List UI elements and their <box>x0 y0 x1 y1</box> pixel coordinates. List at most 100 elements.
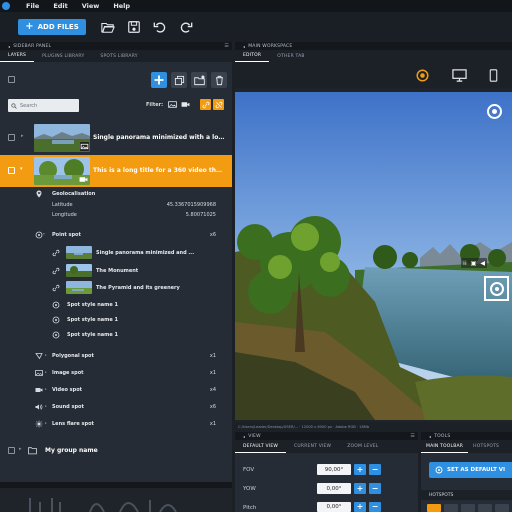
chevron-down-icon[interactable]: ▾ <box>20 166 23 172</box>
point-item-label: The Pyramid and its greenery <box>96 285 180 291</box>
group-checkbox[interactable] <box>8 447 15 454</box>
pitch-increment-button[interactable]: + <box>354 502 366 512</box>
fov-input[interactable]: 90,00° <box>317 464 351 475</box>
folder-open-icon[interactable] <box>100 19 116 35</box>
expand-arrow-icon[interactable]: ▸ <box>45 421 47 425</box>
filter-link-button[interactable] <box>200 99 211 110</box>
image-small-icon[interactable]: ▣ <box>471 260 477 267</box>
tools-panel-tabs: MAIN TOOLBAR HOTSPOTS <box>421 440 512 453</box>
tab-zoom-level[interactable]: ZOOM LEVEL <box>339 440 386 453</box>
hotspot-tool-button[interactable] <box>495 504 509 512</box>
pitch-decrement-button[interactable]: − <box>369 502 381 512</box>
hotspot-tool-button[interactable] <box>461 504 475 512</box>
tab-plugins-library[interactable]: PLUGINS LIBRARY <box>34 50 92 62</box>
group-row[interactable]: ▸ My group name <box>0 442 232 458</box>
folder-icon <box>28 447 37 455</box>
collapse-arrow-icon[interactable]: ◂ <box>243 44 245 49</box>
yow-label: YOW <box>243 486 256 492</box>
layer-title: Single panorama minimized with a lo... <box>93 134 225 141</box>
tab-current-view[interactable]: CURRENT VIEW <box>286 440 339 453</box>
chevron-right-icon[interactable]: ▸ <box>19 446 22 452</box>
hotspot-target-icon[interactable] <box>487 104 502 119</box>
layer-row-selected[interactable]: ▾ This is a long title for a 360 video t… <box>0 155 232 187</box>
sidebar-panel-header: ◂ SIDEBAR PANEL ☰ <box>0 42 232 50</box>
spot-thumbnail <box>66 264 92 277</box>
tab-other[interactable]: OTHER TAB <box>269 50 312 62</box>
menu-edit[interactable]: Edit <box>53 2 67 10</box>
link-icon <box>52 284 60 292</box>
target-mode-icon[interactable] <box>416 69 429 82</box>
point-item-label: The Monument <box>96 268 139 274</box>
collapse-arrow-icon[interactable]: ◂ <box>429 434 431 439</box>
tab-spots-library[interactable]: SPOTS LIBRARY <box>92 50 145 62</box>
pitch-input[interactable]: 0,00° <box>317 502 351 512</box>
menu-help[interactable]: Help <box>113 2 130 10</box>
expand-arrow-icon[interactable]: ▸ <box>45 353 47 357</box>
panel-menu-icon[interactable]: ☰ <box>224 43 229 49</box>
panel-menu-icon[interactable]: ☰ <box>410 433 415 439</box>
expand-arrow-icon[interactable]: ▾ <box>43 232 45 236</box>
yow-increment-button[interactable]: + <box>354 483 366 494</box>
undo-icon[interactable] <box>152 19 168 35</box>
expand-arrow-icon[interactable]: ▸ <box>45 404 47 408</box>
select-all-checkbox[interactable] <box>8 76 15 83</box>
pitch-label: Pitch <box>243 505 257 511</box>
target-icon <box>52 316 60 324</box>
spot-type-count: x1 <box>209 353 216 359</box>
tab-editor[interactable]: EDITOR <box>235 50 270 62</box>
yow-input[interactable]: 0,00° <box>317 483 351 494</box>
video-icon <box>181 102 190 107</box>
delete-button[interactable] <box>211 72 227 88</box>
redo-icon[interactable] <box>178 19 194 35</box>
image-icon <box>35 369 43 377</box>
point-item-label: Spot style name 1 <box>67 317 118 323</box>
layer-row[interactable]: ▸ Single panorama minimized with a lo... <box>0 122 232 154</box>
expand-arrow-icon[interactable]: ▸ <box>45 370 47 374</box>
collapse-arrow-icon[interactable]: ◂ <box>8 44 10 49</box>
target-icon <box>52 331 60 339</box>
filter-unlink-button[interactable] <box>213 99 224 110</box>
panorama-viewer[interactable]: ⁞⁞ ▣ ◀ <box>235 92 512 420</box>
tab-hotspots[interactable]: HOTSPOTS <box>468 440 504 453</box>
app-logo <box>0 0 12 12</box>
selected-hotspot-icon[interactable] <box>484 276 509 301</box>
desktop-icon[interactable] <box>452 68 467 83</box>
duplicate-button[interactable] <box>171 72 187 88</box>
save-icon[interactable] <box>126 19 142 35</box>
fov-decrement-button[interactable]: − <box>369 464 381 475</box>
plus-icon: + <box>25 21 34 32</box>
target-icon <box>35 231 43 239</box>
new-folder-button[interactable] <box>191 72 207 88</box>
spot-type-count: x1 <box>209 421 216 427</box>
tab-layers[interactable]: LAYERS <box>0 50 35 62</box>
expand-arrow-icon[interactable]: ▾ <box>40 191 42 195</box>
set-as-default-view-button[interactable]: SET AS DEFAULT VI <box>429 462 512 478</box>
hotspot-tool-button[interactable] <box>427 504 441 512</box>
search-input[interactable] <box>20 102 76 109</box>
layer-thumbnail <box>34 124 90 152</box>
add-layer-button[interactable] <box>151 72 167 88</box>
sound-small-icon[interactable]: ◀ <box>480 260 485 267</box>
mobile-icon[interactable] <box>487 69 500 82</box>
grip-icon[interactable]: ⁞⁞ <box>463 260 467 267</box>
filter-image-button[interactable] <box>167 99 178 110</box>
expand-arrow-icon[interactable]: ▸ <box>45 387 47 391</box>
menu-file[interactable]: File <box>26 2 39 10</box>
hotspot-toolbar: ⁞⁞ ▣ ◀ <box>461 258 487 268</box>
tab-main-toolbar[interactable]: MAIN TOOLBAR <box>421 440 469 453</box>
chevron-right-icon[interactable]: ▸ <box>21 133 24 139</box>
point-item-label: Spot style name 1 <box>67 302 118 308</box>
search-box[interactable] <box>8 99 79 112</box>
hotspot-tool-button[interactable] <box>444 504 458 512</box>
tab-default-view[interactable]: DEFAULT VIEW <box>235 440 287 453</box>
layer-checkbox[interactable] <box>8 167 15 174</box>
menu-view[interactable]: View <box>82 2 100 10</box>
workspace-title: MAIN WORKSPACE <box>248 43 293 49</box>
yow-decrement-button[interactable]: − <box>369 483 381 494</box>
layer-checkbox[interactable] <box>8 134 15 141</box>
filter-video-button[interactable] <box>180 99 191 110</box>
hotspot-tool-button[interactable] <box>478 504 492 512</box>
add-files-button[interactable]: + ADD FILES <box>18 19 86 35</box>
fov-increment-button[interactable]: + <box>354 464 366 475</box>
collapse-arrow-icon[interactable]: ◂ <box>243 434 245 439</box>
